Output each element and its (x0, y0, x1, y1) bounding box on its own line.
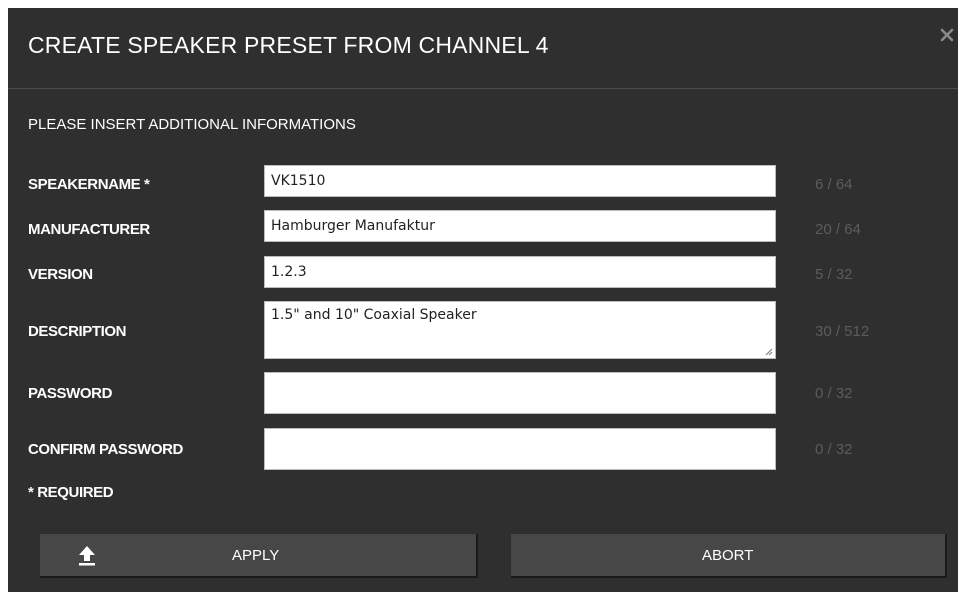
abort-button[interactable]: ABORT (511, 534, 947, 578)
speakername-counter: 6 / 64 (815, 176, 853, 193)
manufacturer-counter: 20 / 64 (815, 221, 861, 238)
speakername-label: SPEAKERNAME * (28, 176, 150, 193)
description-text: 1.5" and 10" Coaxial Speaker (271, 307, 477, 323)
dialog-subtitle: PLEASE INSERT ADDITIONAL INFORMATIONS (28, 116, 356, 133)
required-note: * REQUIRED (28, 484, 114, 501)
apply-button[interactable]: APPLY (40, 534, 478, 578)
dialog-header: CREATE SPEAKER PRESET FROM CHANNEL 4 (8, 8, 958, 89)
version-counter: 5 / 32 (815, 266, 853, 283)
abort-button-label: ABORT (702, 547, 754, 564)
version-input[interactable]: 1.2.3 (264, 256, 776, 288)
dialog-title: CREATE SPEAKER PRESET FROM CHANNEL 4 (28, 32, 549, 58)
apply-button-label: APPLY (232, 547, 280, 564)
speakername-input[interactable]: VK1510 (264, 165, 776, 197)
create-speaker-preset-dialog: CREATE SPEAKER PRESET FROM CHANNEL 4 PLE… (8, 8, 958, 592)
description-textarea[interactable]: 1.5" and 10" Coaxial Speaker (264, 301, 776, 359)
confirm-password-label: CONFIRM PASSWORD (28, 441, 183, 458)
manufacturer-input[interactable]: Hamburger Manufaktur (264, 210, 776, 242)
version-label: VERSION (28, 266, 93, 283)
password-label: PASSWORD (28, 385, 113, 402)
password-input[interactable] (264, 372, 776, 414)
description-label: DESCRIPTION (28, 323, 127, 340)
resize-grip-icon[interactable] (764, 347, 773, 356)
description-counter: 30 / 512 (815, 323, 870, 340)
confirm-password-counter: 0 / 32 (815, 441, 853, 458)
upload-icon (79, 546, 95, 566)
close-icon[interactable] (938, 26, 956, 44)
password-counter: 0 / 32 (815, 385, 853, 402)
manufacturer-label: MANUFACTURER (28, 221, 150, 238)
confirm-password-input[interactable] (264, 428, 776, 470)
